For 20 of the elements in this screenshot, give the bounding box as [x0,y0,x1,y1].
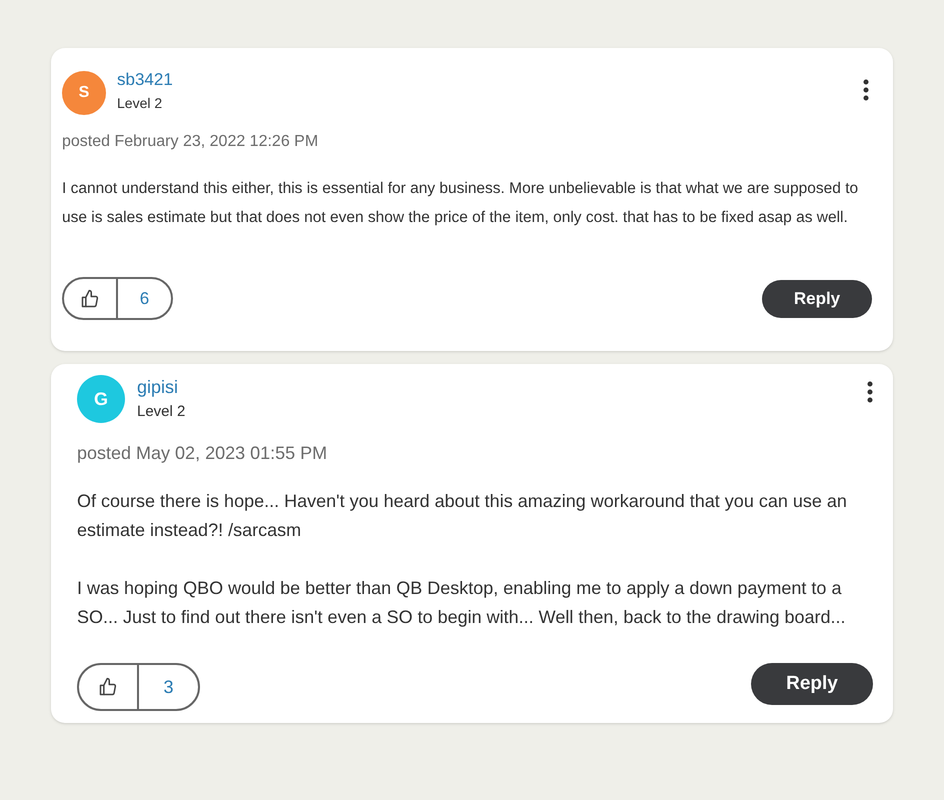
user-rank: Level 2 [117,94,164,113]
like-count: 3 [162,676,174,698]
like-control[interactable]: 3 [77,663,200,711]
username-link[interactable]: sb3421 [117,69,173,91]
reply-button[interactable]: Reply [762,280,872,318]
like-control[interactable]: 6 [62,277,173,320]
comment-text: I was hoping QBO would be better than QB Desktop, enabling me to apply a down payment to a SO... Just to find out there isn't even a SO to begin with... Well then, back to the drawing board... [77,577,847,629]
more-options-icon[interactable] [867,381,873,403]
like-count: 6 [138,288,150,310]
avatar[interactable]: S [62,71,106,115]
reply-button[interactable]: Reply [751,663,873,705]
more-options-icon[interactable] [863,79,869,101]
username-link[interactable]: gipisi [137,375,186,399]
comment-text: Of course there is hope... Haven't you heard about this amazing workaround that you can use an estimate instead?! /sarcasm [77,490,848,542]
thumbs-up-icon [98,677,118,697]
user-rank: Level 2 [137,402,186,422]
thumbs-up-icon [80,288,100,308]
post-date: posted February 23, 2022 12:26 PM [62,132,320,152]
comment-text: I cannot understand this either, this is essential for any business. More unbelievable is that what we are supposed to use is sales estimate but that does not even show the price of the item, only cost. that has to be fixed asap as well. [62,179,860,228]
post-date: posted May 02, 2023 01:55 PM [77,442,328,465]
